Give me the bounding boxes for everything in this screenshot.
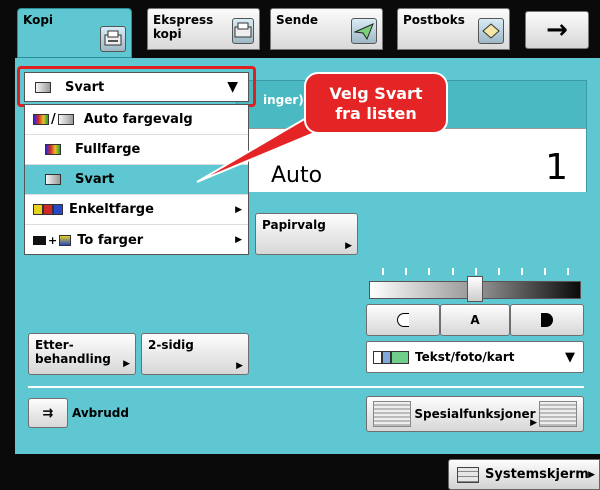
- tab-ekspress-kopi[interactable]: Ekspress kopi: [147, 8, 260, 50]
- special-functions-button[interactable]: Spesialfunksjoner ▶: [366, 396, 584, 432]
- chevron-right-icon: ▶: [235, 204, 242, 215]
- tab-ekspress-kopi-label: Ekspress kopi: [153, 13, 214, 41]
- density-tick: [475, 268, 477, 275]
- header-partial-text: inger): [263, 93, 304, 107]
- option-label: Svart: [75, 172, 115, 187]
- interrupt-label: Avbrudd: [72, 406, 129, 420]
- density-tick: [405, 268, 407, 275]
- copier-icon: [231, 18, 254, 44]
- tab-kopi-label: Kopi: [23, 13, 54, 27]
- two-color-icon: +: [33, 234, 72, 247]
- paper-plane-icon: [351, 18, 377, 44]
- arrow-right-icon: →: [546, 15, 568, 45]
- single-color-icon: [33, 204, 63, 215]
- tab-postboks[interactable]: Postboks: [397, 8, 510, 50]
- black-swatch-icon: [45, 174, 61, 185]
- density-tick: [521, 268, 523, 275]
- density-tick: [498, 268, 500, 275]
- dropdown-arrow-icon: ▼: [565, 349, 575, 365]
- density-tick: [544, 268, 546, 275]
- tab-bar: Kopi Ekspress kopi Sende Postboks →: [0, 0, 600, 58]
- option-to-farger[interactable]: + To farger ▶: [25, 225, 248, 255]
- system-screen-button[interactable]: Systemskjerm ▶: [448, 459, 600, 490]
- grid-pattern-icon: [539, 401, 577, 427]
- density-tick: [567, 268, 569, 275]
- density-auto-button[interactable]: A: [440, 304, 510, 336]
- highlight-frame: [17, 66, 256, 107]
- system-screen-label: Systemskjerm: [485, 467, 589, 482]
- density-tick: [428, 268, 430, 275]
- interrupt-button[interactable]: ⇉: [28, 398, 68, 428]
- mailbox-icon: [478, 18, 504, 44]
- full-color-icon: [45, 144, 61, 155]
- density-tick: [452, 268, 454, 275]
- chevron-right-icon: ▶: [235, 235, 242, 245]
- duplex-button[interactable]: 2-sidig ▶: [141, 333, 249, 375]
- paper-select-label: Papirvalg: [262, 218, 326, 232]
- system-monitor-icon: [457, 466, 479, 483]
- option-enkeltfarge[interactable]: Enkeltfarge ▶: [25, 195, 248, 225]
- finishing-button[interactable]: Etter- behandling ▶: [28, 333, 136, 375]
- density-lighter-button[interactable]: [366, 304, 440, 336]
- chevron-right-icon: ▶: [123, 359, 130, 369]
- chevron-right-icon: ▶: [530, 418, 537, 428]
- option-label: To farger: [77, 232, 144, 248]
- tab-postboks-label: Postboks: [403, 13, 465, 27]
- duplex-label: 2-sidig: [148, 338, 194, 352]
- half-moon-light-icon: [397, 313, 409, 327]
- original-type-icon: [373, 350, 409, 364]
- tab-sende[interactable]: Sende: [270, 8, 383, 50]
- chevron-right-icon: ▶: [236, 361, 243, 371]
- density-slider-thumb[interactable]: [467, 276, 483, 302]
- half-moon-dark-icon: [541, 313, 553, 327]
- special-functions-label: Spesialfunksjoner: [414, 407, 536, 421]
- auto-color-icon: /: [33, 112, 74, 127]
- grid-pattern-icon: [373, 401, 411, 427]
- finishing-label-line2: behandling: [35, 352, 111, 366]
- option-label: Fullfarge: [75, 142, 141, 157]
- chevron-right-icon: ▶: [345, 241, 352, 251]
- copier-icon: [100, 26, 126, 52]
- chevron-right-icon: ▶: [588, 469, 595, 480]
- density-darker-button[interactable]: [510, 304, 584, 336]
- section-divider: [28, 386, 584, 388]
- density-tick: [382, 268, 384, 275]
- finishing-label-line1: Etter-: [35, 338, 74, 352]
- interrupt-icon: ⇉: [42, 405, 54, 421]
- paper-select-button[interactable]: Papirvalg ▶: [255, 213, 358, 255]
- callout-line-2: fra listen: [335, 104, 417, 123]
- option-label: Auto fargevalg: [83, 112, 193, 127]
- density-auto-label: A: [470, 313, 480, 327]
- tab-sende-label: Sende: [276, 13, 319, 27]
- original-type-selected: Tekst/foto/kart: [415, 350, 515, 364]
- tab-kopi[interactable]: Kopi: [17, 8, 132, 58]
- next-screen-button[interactable]: →: [525, 11, 589, 49]
- callout-line-1: Velg Svart: [329, 84, 423, 103]
- instruction-callout: Velg Svart fra listen: [304, 72, 448, 134]
- copy-count-value: 1: [545, 147, 568, 188]
- option-label: Enkeltfarge: [69, 202, 154, 217]
- original-type-dropdown[interactable]: Tekst/foto/kart ▼: [366, 341, 584, 373]
